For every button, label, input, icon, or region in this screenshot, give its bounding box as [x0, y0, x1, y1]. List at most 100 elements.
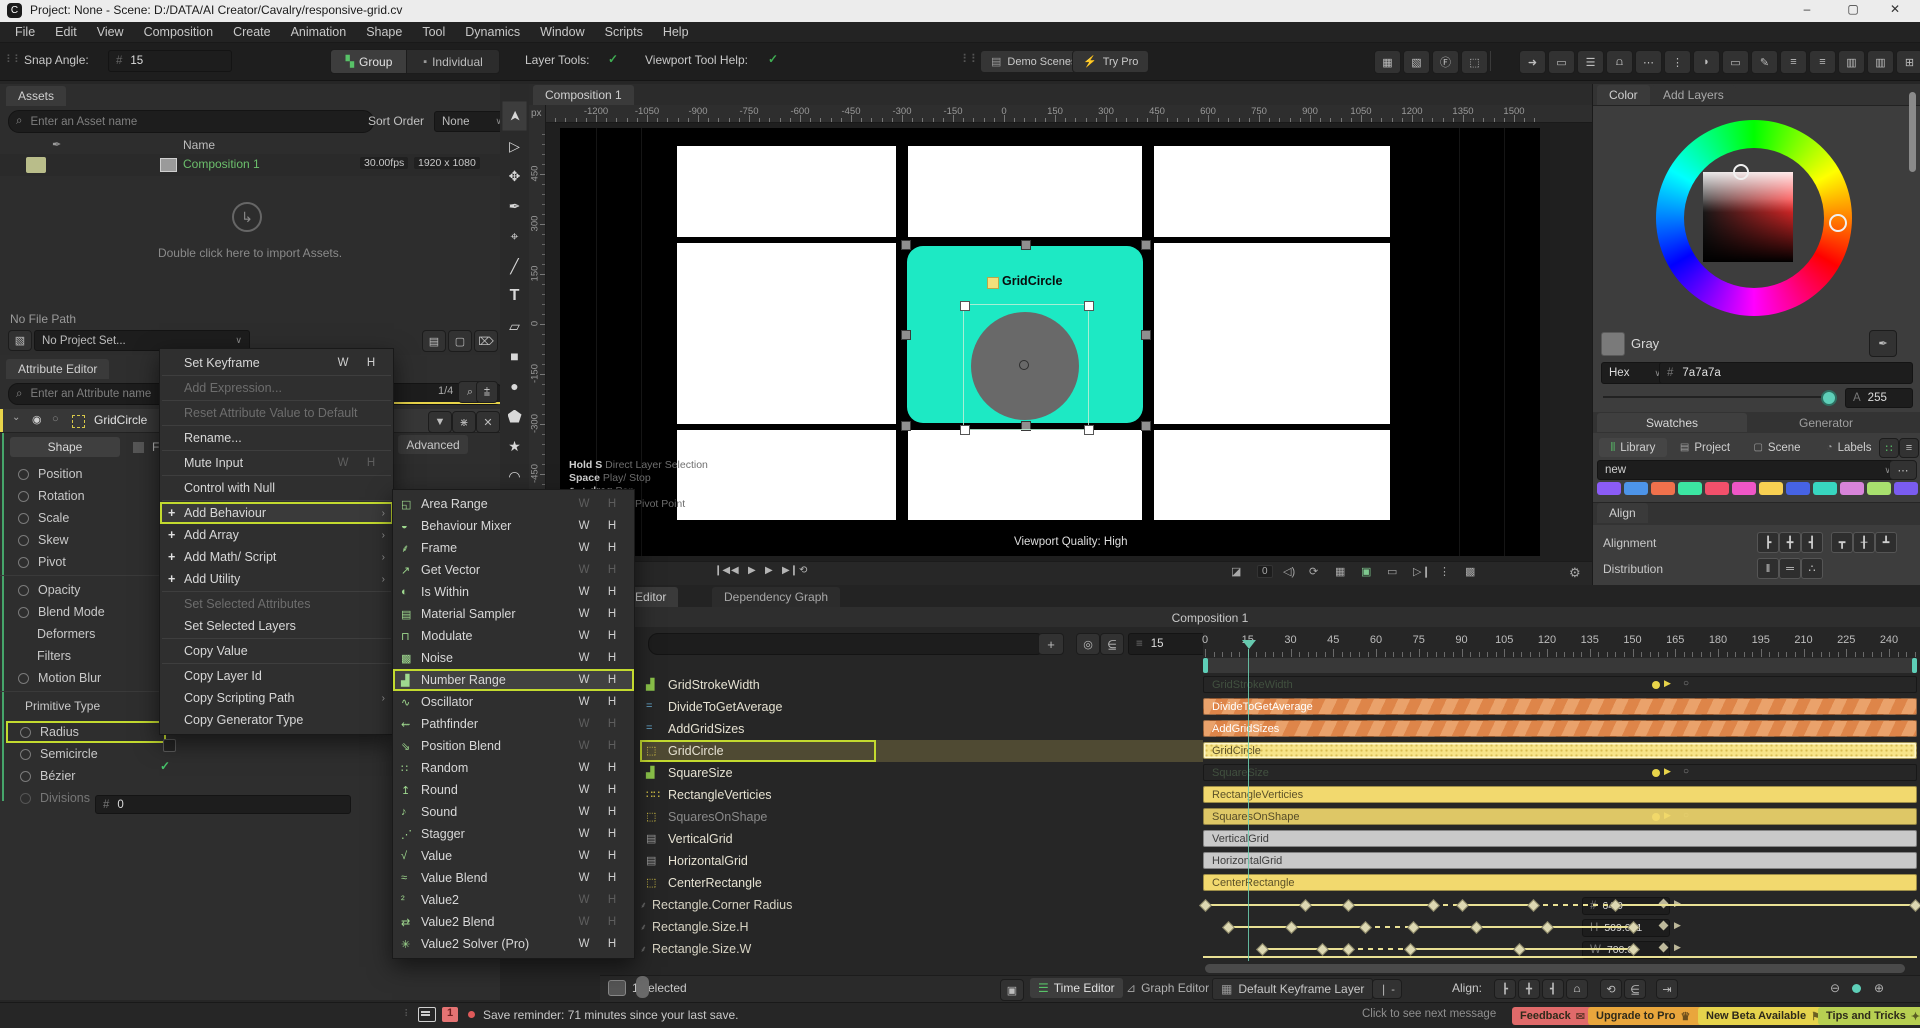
v-scrollbar[interactable]: [636, 976, 649, 998]
keyframe-dot-icon[interactable]: [18, 490, 29, 502]
radio-dot-icon[interactable]: [20, 770, 31, 782]
grid3-icon[interactable]: ⊞: [1896, 50, 1920, 74]
keyframe-diamond[interactable]: [1427, 899, 1440, 912]
footer-align-button[interactable]: ┫: [1542, 979, 1564, 999]
menu-tool[interactable]: Tool: [413, 23, 454, 41]
attribute-row-semicircle[interactable]: Semicircle: [6, 743, 166, 765]
menu-item-set-selected-layers[interactable]: Set Selected Layers: [160, 615, 393, 637]
source-labels-button[interactable]: ◔ Labels: [1815, 438, 1883, 457]
hue-selector[interactable]: [1829, 214, 1847, 232]
color-swatch[interactable]: [1786, 482, 1810, 495]
menu-item-add-array[interactable]: + Add Array ›: [160, 524, 393, 546]
upgrade-to-pro-button[interactable]: Upgrade to Pro ♛: [1588, 1007, 1710, 1025]
solo-filter-button[interactable]: ◎: [1076, 633, 1100, 655]
menu-view[interactable]: View: [88, 23, 133, 41]
swatches-tab[interactable]: Swatches: [1597, 413, 1747, 432]
footer-align-button[interactable]: ╋: [1518, 979, 1540, 999]
frame-snap-button[interactable]: ▣: [1000, 979, 1024, 1001]
attribute-row-skew[interactable]: Skew: [6, 529, 168, 551]
submenu-item-stagger[interactable]: ⋰ Stagger W H: [393, 823, 634, 845]
color-swatch[interactable]: [1759, 482, 1783, 495]
divisions-field[interactable]: #0: [95, 795, 351, 814]
keyframe-diamond[interactable]: [1526, 899, 1540, 912]
columns2-icon[interactable]: ▥: [1838, 50, 1865, 74]
folder-button[interactable]: ▤: [422, 330, 446, 352]
align-left-button[interactable]: ┣: [1757, 532, 1779, 553]
semicircle-checkbox[interactable]: [163, 739, 176, 752]
list-icon[interactable]: ▭: [1548, 50, 1575, 74]
frame-button[interactable]: ▢: [448, 330, 472, 352]
align-bottom-button[interactable]: ┻: [1875, 532, 1897, 553]
swatch-grid-view-button[interactable]: ∷: [1879, 438, 1899, 458]
sort-order-select[interactable]: None ∨: [434, 111, 510, 132]
layer-track-bar[interactable]: GridCircle: [1203, 742, 1917, 759]
keyframe-w-shortcut[interactable]: W: [570, 894, 598, 906]
frame-icon[interactable]: Ⓕ: [1432, 50, 1459, 74]
keyframe-diamond[interactable]: [1358, 921, 1372, 934]
keyframe-w-shortcut[interactable]: W: [570, 520, 598, 532]
layer-track-bar[interactable]: CenterRectangle: [1203, 874, 1917, 891]
keyframe-diamond[interactable]: [1221, 921, 1235, 934]
menu-item-add-utility[interactable]: + Add Utility ›: [160, 568, 393, 590]
panel-scrollbar[interactable]: [1909, 92, 1916, 172]
play-button[interactable]: ▶: [748, 565, 756, 576]
menu-edit[interactable]: Edit: [46, 23, 86, 41]
selection-handle[interactable]: [1021, 240, 1031, 250]
color-swatch[interactable]: [1651, 482, 1675, 495]
monitor-icon[interactable]: ▭: [1387, 565, 1397, 578]
keyframe-diamond[interactable]: [1284, 921, 1298, 934]
keyframe-w-shortcut[interactable]: W: [570, 828, 598, 840]
align-tab[interactable]: Align: [1597, 503, 1648, 523]
keyframe-w-shortcut[interactable]: W: [570, 718, 598, 730]
footer-align-button[interactable]: ┣: [1494, 979, 1516, 999]
align-h-icon[interactable]: ✎: [1751, 50, 1778, 74]
menu-item-copy-layer-id[interactable]: Copy Layer Id: [160, 665, 393, 687]
color-tab[interactable]: Color: [1597, 85, 1650, 105]
menu-scripts[interactable]: Scripts: [596, 23, 652, 41]
keyframe-h-shortcut[interactable]: H: [598, 894, 626, 906]
color-swatch[interactable]: [1597, 482, 1621, 495]
selection-handle[interactable]: [1141, 330, 1151, 340]
layer-track-bar[interactable]: SquareSize: [1203, 764, 1917, 781]
menu-item-copy-scripting-path[interactable]: Copy Scripting Path ›: [160, 687, 393, 709]
close-panel-button[interactable]: ✕: [476, 411, 500, 433]
keyframe-w-shortcut[interactable]: W: [570, 564, 598, 576]
keyframe-diamond[interactable]: [1199, 899, 1212, 912]
maximize-button[interactable]: ▢: [1836, 2, 1870, 16]
menu-dynamics[interactable]: Dynamics: [456, 23, 529, 41]
pentagon-tool-icon[interactable]: [500, 404, 529, 428]
advanced-tab[interactable]: Advanced: [398, 435, 468, 454]
keyframe-diamond[interactable]: [1455, 899, 1469, 912]
new-beta-available-button[interactable]: New Beta Available ⚑: [1698, 1007, 1830, 1025]
keyframe-w-shortcut[interactable]: W: [570, 498, 598, 510]
feedback-button[interactable]: Feedback ✉: [1512, 1007, 1600, 1025]
snap-angle-input[interactable]: #15: [108, 50, 232, 72]
direct-select-tool-icon[interactable]: ▷: [500, 134, 529, 158]
screen-icon[interactable]: ▣: [1361, 565, 1371, 578]
submenu-item-value[interactable]: √ Value W H: [393, 845, 634, 867]
submenu-item-position-blend[interactable]: ⇘ Position Blend W H: [393, 735, 634, 757]
color-swatch[interactable]: [1813, 482, 1837, 495]
keyframe-w-shortcut[interactable]: W: [570, 872, 598, 884]
alpha-slider-track[interactable]: [1603, 396, 1827, 398]
keyframe-h-shortcut[interactable]: H: [598, 564, 626, 576]
camera-tool-icon[interactable]: ⌖: [500, 224, 529, 248]
hex-value-field[interactable]: #7a7a7a: [1659, 362, 1913, 384]
keyframe-dot-icon[interactable]: [18, 584, 29, 596]
attr-value-field[interactable]: H 509.091: [1582, 919, 1670, 937]
next-keyframe-icon[interactable]: ▶: [1674, 920, 1681, 931]
layer-track-bar[interactable]: HorizontalGrid: [1203, 852, 1917, 869]
prev-frame-button[interactable]: ◀: [731, 565, 739, 576]
submenu-item-modulate[interactable]: ⊓ Modulate W H: [393, 625, 634, 647]
menu-shape[interactable]: Shape: [357, 23, 411, 41]
keyframe-h-shortcut[interactable]: H: [598, 828, 626, 840]
keyframe-h-shortcut[interactable]: H: [598, 696, 626, 708]
keyframe-w-shortcut[interactable]: W: [570, 916, 598, 928]
tips-and-tricks-button[interactable]: Tips and Tricks ✦: [1818, 1007, 1920, 1025]
split-icon[interactable]: ⋮: [1439, 565, 1450, 578]
submenu-item-value2-blend[interactable]: ⇄ Value2 Blend W H: [393, 911, 634, 933]
selection-handle[interactable]: [901, 240, 911, 250]
color-swatch[interactable]: [1624, 482, 1648, 495]
keyframe-h-shortcut[interactable]: H: [598, 916, 626, 928]
keyframe-w-shortcut[interactable]: W: [570, 630, 598, 642]
